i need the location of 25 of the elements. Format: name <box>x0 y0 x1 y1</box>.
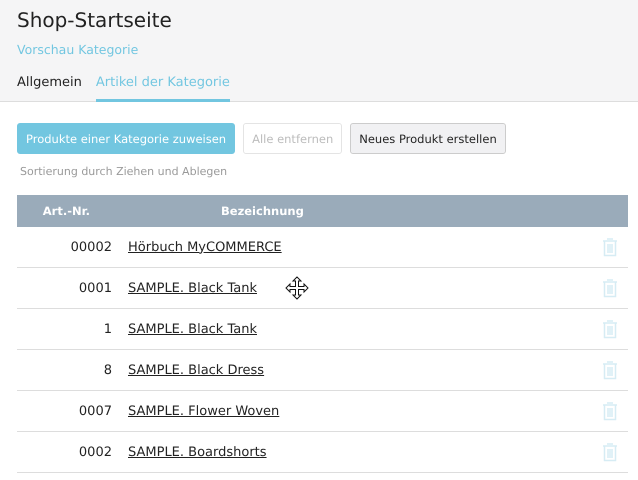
product-link[interactable]: SAMPLE. Flower Woven <box>128 404 280 418</box>
column-header: Art.-Nr. <box>42 204 90 218</box>
hint-text: Sortierung durch Ziehen und Ablegen <box>20 165 228 178</box>
product-link[interactable]: Hörbuch MyCOMMERCE <box>128 240 282 254</box>
product-link[interactable]: SAMPLE. Boardshorts <box>128 444 267 460</box>
table-cell-text: 8 <box>102 362 112 378</box>
product-link[interactable]: SAMPLE. Black Tank <box>128 280 257 296</box>
trash-icon[interactable] <box>602 442 618 462</box>
table-cell-text: 00002 <box>70 240 112 254</box>
trash-icon[interactable] <box>602 278 618 298</box>
page-title: Shop-Startseite <box>17 7 172 34</box>
trash-icon[interactable] <box>602 237 618 257</box>
action-button[interactable]: Neues Produkt erstellen <box>350 123 506 154</box>
product-link[interactable]: SAMPLE. Black Tank <box>128 322 257 336</box>
trash-icon[interactable] <box>602 401 618 421</box>
table-cell-text: 0007 <box>78 404 112 418</box>
product-link[interactable]: SAMPLE. Black Dress <box>128 362 264 378</box>
move-cursor-icon <box>285 276 309 300</box>
trash-icon[interactable] <box>602 319 618 339</box>
table-cell-text: 0001 <box>78 280 112 296</box>
table-cell-text: 1 <box>102 322 112 336</box>
table-cell-text: 0002 <box>78 444 112 460</box>
tab[interactable]: Allgemein <box>17 75 82 102</box>
trash-icon[interactable] <box>602 360 618 380</box>
column-header: Bezeichnung <box>221 204 304 218</box>
